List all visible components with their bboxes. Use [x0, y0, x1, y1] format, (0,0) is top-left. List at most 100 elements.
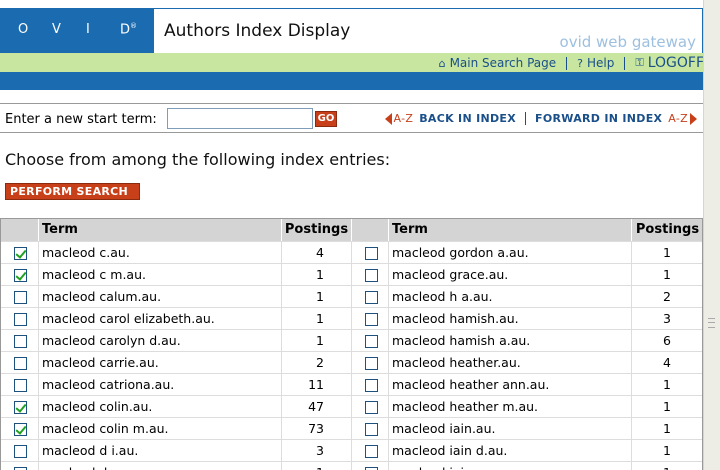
postings-count: 1 — [631, 462, 703, 470]
select-checkbox[interactable] — [365, 313, 378, 326]
term-column-header: Term — [388, 219, 631, 241]
term-link[interactable]: macleod h a.au. — [388, 286, 631, 308]
forward-az-label: A-Z — [668, 112, 688, 125]
term-link[interactable]: macleod d i.au. — [38, 440, 281, 462]
back-az-label: A-Z — [393, 112, 414, 125]
term-link[interactable]: macleod iain.au. — [388, 418, 631, 440]
term-link[interactable]: macleod grace.au. — [388, 264, 631, 286]
select-column-header — [1, 219, 38, 241]
postings-count: 1 — [281, 264, 351, 286]
scroll-grip-icon — [708, 318, 715, 328]
term-link[interactable]: macleod heather m.au. — [388, 396, 631, 418]
term-link[interactable]: macleod carol elizabeth.au. — [38, 308, 281, 330]
postings-column-header: Postings — [631, 219, 703, 241]
postings-count: 3 — [631, 308, 703, 330]
index-navigation: A-Z BACK IN INDEX FORWARD IN INDEX A-Z — [384, 112, 697, 125]
main-search-link[interactable]: Main Search Page — [450, 56, 557, 70]
back-in-index-link[interactable]: BACK IN INDEX — [419, 112, 516, 125]
select-cell — [351, 286, 388, 308]
term-link[interactable]: macleod hamish.au. — [388, 308, 631, 330]
table-row: macleod c.au. 4 macleod gordon a.au. 1 — [1, 241, 703, 264]
logo-letters: O V I D® — [18, 22, 154, 37]
postings-count: 1 — [281, 308, 351, 330]
select-cell — [1, 418, 38, 440]
select-checkbox[interactable] — [365, 423, 378, 436]
term-link[interactable]: macleod c m.au. — [38, 264, 281, 286]
table-row: macleod carrie.au. 2 macleod heather.au. 4 — [1, 351, 702, 374]
back-arrow-icon[interactable] — [384, 112, 392, 125]
select-cell — [1, 396, 38, 418]
select-checkbox[interactable] — [365, 445, 378, 458]
table-row: macleod c m.au. 1 macleod grace.au. 1 — [1, 263, 702, 286]
select-checkbox[interactable] — [14, 269, 27, 282]
select-checkbox[interactable] — [365, 335, 378, 348]
table-row: macleod carol elizabeth.au. 1 macleod hami… — [1, 307, 703, 330]
select-checkbox[interactable] — [365, 291, 378, 304]
select-checkbox[interactable] — [14, 445, 27, 458]
term-link[interactable]: macleod heather ann.au. — [388, 374, 631, 396]
term-link[interactable]: macleod catriona.au. — [38, 374, 281, 396]
term-link[interactable]: macleod iain s.au. — [388, 462, 631, 470]
help-link[interactable]: Help — [587, 56, 614, 70]
select-checkbox[interactable] — [365, 401, 378, 414]
term-link[interactable]: macleod iain d.au. — [388, 440, 631, 462]
start-term-label: Enter a new start term: — [5, 112, 157, 127]
postings-count: 73 — [281, 418, 351, 440]
gateway-label: ovid web gateway — [559, 33, 696, 51]
select-checkbox[interactable] — [14, 357, 27, 370]
logo-letter: I — [86, 22, 90, 38]
table-row: macleod dag.au.1macleod iain s.au.1 — [1, 461, 702, 470]
logoff-link[interactable]: LOGOFF — [648, 55, 704, 71]
term-link[interactable]: macleod gordon a.au. — [388, 242, 631, 264]
postings-count: 47 — [281, 396, 351, 418]
forward-arrow-icon[interactable] — [690, 112, 697, 125]
select-checkbox[interactable] — [14, 313, 27, 326]
postings-count: 1 — [631, 242, 703, 264]
postings-count: 1 — [631, 440, 703, 462]
select-checkbox[interactable] — [14, 401, 27, 414]
postings-count: 1 — [281, 286, 351, 308]
vertical-scrollbar[interactable] — [703, 0, 720, 470]
logo-letter: D® — [120, 22, 138, 38]
term-link[interactable]: macleod dag.au. — [38, 462, 281, 470]
select-cell — [351, 374, 388, 396]
perform-search-button[interactable]: PERFORM SEARCH » — [5, 183, 140, 213]
term-link[interactable]: macleod c.au. — [38, 242, 281, 264]
select-checkbox[interactable] — [14, 335, 27, 348]
index-nav-divider — [525, 112, 527, 125]
index-search-row: Enter a new start term: GO A-Z BACK IN I… — [0, 103, 703, 133]
postings-count: 1 — [631, 418, 703, 440]
term-column-header: Term — [38, 219, 281, 241]
select-checkbox[interactable] — [365, 269, 378, 282]
table-body: macleod c.au. 4 macleod gordon a.au. 1 macle… — [1, 241, 702, 470]
home-icon: ⌂ — [438, 56, 446, 70]
postings-count: 4 — [281, 242, 351, 264]
term-link[interactable]: macleod carolyn d.au. — [38, 330, 281, 352]
term-link[interactable]: macleod colin m.au. — [38, 418, 281, 440]
select-cell — [1, 308, 38, 330]
postings-count: 2 — [281, 352, 351, 374]
term-link[interactable]: macleod calum.au. — [38, 286, 281, 308]
select-checkbox[interactable] — [365, 379, 378, 392]
nav-divider — [566, 56, 568, 70]
select-checkbox[interactable] — [14, 379, 27, 392]
term-link[interactable]: macleod carrie.au. — [38, 352, 281, 374]
select-checkbox[interactable] — [14, 423, 27, 436]
select-checkbox[interactable] — [365, 247, 378, 260]
term-link[interactable]: macleod colin.au. — [38, 396, 281, 418]
select-cell — [351, 330, 388, 352]
select-cell — [351, 264, 388, 286]
select-checkbox[interactable] — [14, 247, 27, 260]
select-checkbox[interactable] — [365, 357, 378, 370]
forward-in-index-link[interactable]: FORWARD IN INDEX — [535, 112, 662, 125]
select-checkbox[interactable] — [14, 291, 27, 304]
table-row: macleod catriona.au. 11 macleod heather an… — [1, 373, 702, 396]
go-button[interactable]: GO — [315, 111, 337, 127]
top-nav: ⌂ Main Search Page ? Help ⚿ LOGOFF — [439, 55, 704, 71]
term-link[interactable]: macleod heather.au. — [388, 352, 631, 374]
postings-column-header: Postings — [281, 219, 351, 241]
select-cell — [351, 462, 388, 470]
term-link[interactable]: macleod hamish a.au. — [388, 330, 631, 352]
start-term-input[interactable] — [167, 108, 313, 129]
instructions-text: Choose from among the following index en… — [5, 150, 391, 169]
